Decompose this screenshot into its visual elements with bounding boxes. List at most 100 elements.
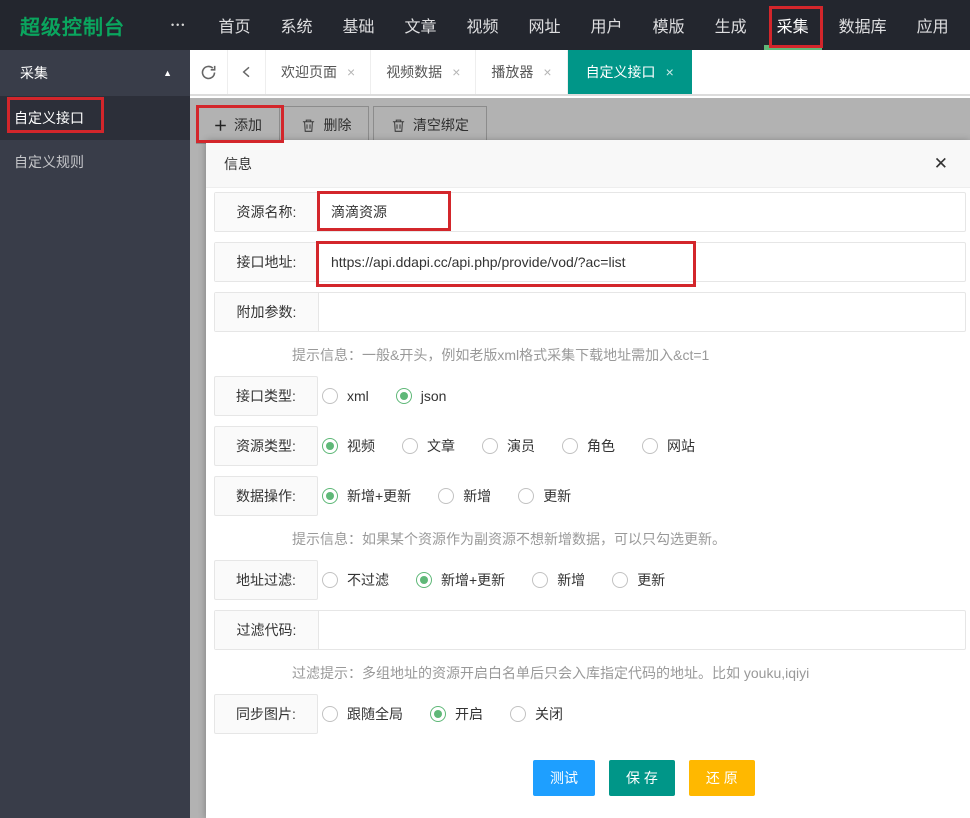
radio-icon [322, 706, 338, 722]
radio-group-api-type: xml json [318, 376, 966, 416]
radio-label: 开启 [455, 706, 483, 722]
radio-icon [430, 706, 446, 722]
radio-filter-update[interactable]: 更新 [612, 570, 665, 590]
nav-item-template[interactable]: 模版 [653, 0, 685, 50]
resource-name-input[interactable] [319, 193, 965, 231]
sidebar-group-label: 采集 [20, 65, 48, 81]
close-icon[interactable]: × [543, 64, 551, 80]
nav-item-home[interactable]: 首页 [218, 0, 250, 50]
radio-icon [482, 438, 498, 454]
field-resource-type: 资源类型: 视频 文章 演员 角色 网站 [214, 426, 966, 466]
radio-label: 演员 [507, 438, 535, 454]
field-sync-image: 同步图片: 跟随全局 开启 关闭 [214, 694, 966, 734]
nav-item-system[interactable]: 系统 [280, 0, 312, 50]
radio-label: 关闭 [535, 706, 563, 722]
radio-group-url-filter: 不过滤 新增+更新 新增 更新 [318, 560, 966, 600]
tab-player[interactable]: 播放器 × [476, 50, 568, 94]
nav-item-collect[interactable]: 采集 [763, 0, 822, 50]
radio-label: 网站 [667, 438, 695, 454]
radio-json[interactable]: json [395, 388, 446, 404]
nav-item-video[interactable]: 视频 [467, 0, 499, 50]
radio-icon [322, 388, 338, 404]
sidebar-group-collect[interactable]: 采集 ▲ [0, 50, 190, 96]
radio-actor[interactable]: 演员 [482, 436, 535, 456]
field-label: 附加参数: [215, 293, 319, 331]
radio-article[interactable]: 文章 [402, 436, 455, 456]
save-button[interactable]: 保 存 [609, 760, 675, 796]
close-icon[interactable]: × [666, 64, 674, 80]
close-icon[interactable]: × [347, 64, 355, 80]
radio-no-filter[interactable]: 不过滤 [322, 570, 389, 590]
close-icon[interactable]: ✕ [934, 155, 948, 172]
radio-enable[interactable]: 开启 [430, 704, 483, 724]
restore-button[interactable]: 还 原 [688, 760, 755, 796]
dialog-title: 信息 [224, 155, 252, 172]
field-label: 地址过滤: [214, 560, 318, 600]
extra-params-input[interactable] [319, 293, 965, 331]
nav-item-user[interactable]: 用户 [591, 0, 623, 50]
radio-disable[interactable]: 关闭 [510, 704, 563, 724]
top-navbar: 超级控制台 ••• 首页 系统 基础 文章 视频 网址 用户 模版 生成 采集 … [0, 0, 970, 50]
radio-label: 新增+更新 [441, 572, 506, 588]
params-hint: 提示信息：一般&开头，例如老版xml格式采集下载地址需加入&ct=1 [292, 347, 710, 363]
field-extra-params: 附加参数: [214, 292, 966, 332]
collapse-arrow-icon: ▲ [163, 68, 172, 78]
tab-custom-api[interactable]: 自定义接口 × [567, 50, 692, 94]
ellipsis-menu-icon[interactable]: ••• [171, 20, 186, 30]
test-button[interactable]: 测试 [533, 760, 595, 796]
filter-code-input[interactable] [319, 611, 965, 649]
tab-scroll-left-button[interactable] [228, 50, 266, 94]
radio-video[interactable]: 视频 [322, 436, 375, 456]
radio-role[interactable]: 角色 [562, 436, 615, 456]
radio-icon [402, 438, 418, 454]
refresh-button[interactable] [190, 50, 228, 94]
radio-website[interactable]: 网站 [642, 436, 695, 456]
nav-item-basic[interactable]: 基础 [342, 0, 374, 50]
refresh-icon [201, 65, 216, 79]
radio-label: 新增 [463, 488, 492, 504]
tab-label: 播放器 [491, 64, 534, 80]
radio-icon [510, 706, 526, 722]
radio-label: 更新 [637, 572, 666, 588]
sidebar: 采集 ▲ 自定义接口 自定义规则 [0, 50, 190, 818]
nav-item-generate[interactable]: 生成 [715, 0, 747, 50]
radio-icon [562, 438, 578, 454]
filter-hint: 过滤提示：多组地址的资源开启白名单后只会入库指定代码的地址。比如 youku,i… [292, 665, 810, 681]
radio-add-update[interactable]: 新增+更新 [322, 486, 411, 506]
chevron-left-icon [242, 66, 249, 78]
field-resource-name: 资源名称: [214, 192, 966, 232]
radio-filter-add-update[interactable]: 新增+更新 [416, 570, 505, 590]
tab-video-data[interactable]: 视频数据 × [371, 50, 477, 94]
sidebar-item-custom-rule[interactable]: 自定义规则 [0, 140, 190, 184]
field-api-url: 接口地址: [214, 242, 966, 282]
close-icon[interactable]: × [452, 64, 460, 80]
sidebar-item-custom-api[interactable]: 自定义接口 [0, 96, 190, 140]
dialog-header: 信息 ✕ [206, 140, 970, 188]
radio-add[interactable]: 新增 [438, 486, 491, 506]
radio-label: 不过滤 [347, 572, 389, 588]
api-url-input[interactable] [319, 243, 965, 281]
dialog-actions: 测试 保 存 还 原 [533, 760, 966, 796]
nav-item-article[interactable]: 文章 [405, 0, 437, 50]
radio-icon [518, 488, 535, 504]
radio-xml[interactable]: xml [322, 388, 369, 404]
nav-item-database[interactable]: 数据库 [839, 0, 887, 50]
field-label: 资源类型: [214, 426, 318, 466]
radio-icon [322, 438, 338, 454]
radio-icon [395, 388, 412, 404]
radio-icon [416, 572, 432, 588]
radio-filter-add[interactable]: 新增 [532, 570, 585, 590]
radio-icon [532, 572, 549, 588]
radio-follow-global[interactable]: 跟随全局 [322, 704, 403, 724]
radio-label: 角色 [587, 438, 615, 454]
content-area: 欢迎页面 × 视频数据 × 播放器 × 自定义接口 × 添加 删除 清空绑定 信… [190, 50, 970, 818]
radio-update[interactable]: 更新 [518, 486, 571, 506]
sidebar-item-label: 自定义接口 [14, 110, 84, 126]
field-label: 过滤代码: [215, 611, 319, 649]
field-data-action: 数据操作: 新增+更新 新增 更新 [214, 476, 966, 516]
dialog-body: 资源名称: 接口地址: 附加参数: 提示信息：一般&开头，例如老版xml格式采集… [206, 188, 970, 796]
tab-label: 欢迎页面 [281, 64, 337, 80]
tab-welcome[interactable]: 欢迎页面 × [266, 50, 372, 94]
nav-item-site[interactable]: 网址 [529, 0, 561, 50]
nav-item-app[interactable]: 应用 [917, 0, 949, 50]
